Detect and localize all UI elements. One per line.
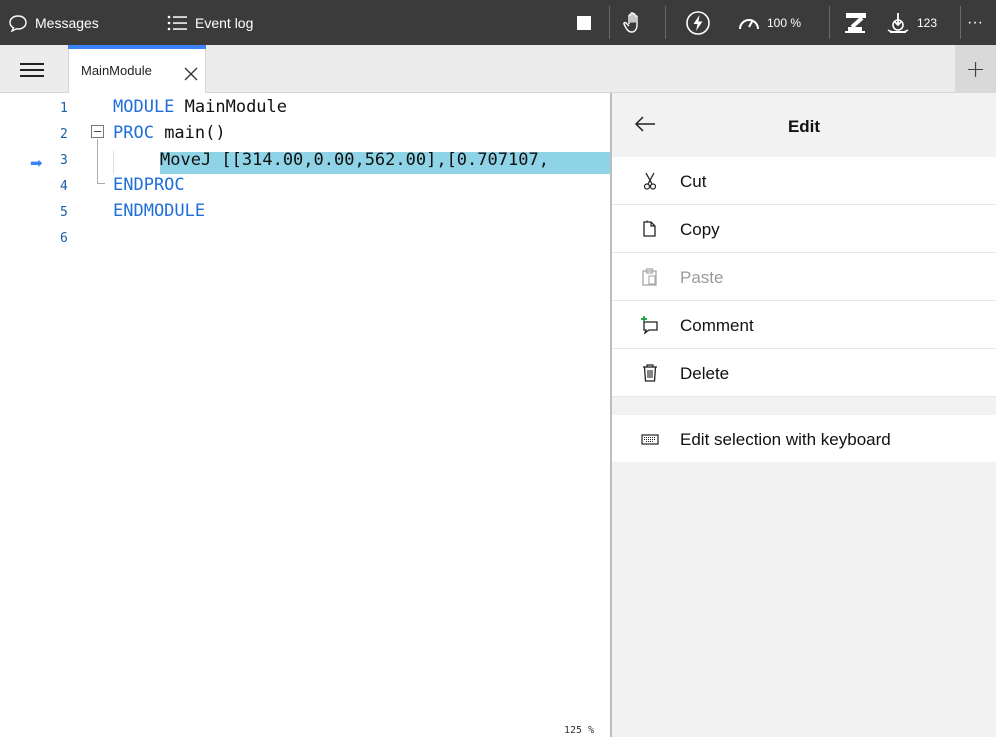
menu-item-label: Comment xyxy=(680,316,754,335)
code-editor[interactable]: ➡ 1 2 3 4 5 6 MODULE MainModule PROC mai… xyxy=(0,93,610,737)
power-mode-button[interactable] xyxy=(685,0,711,45)
code-line-3[interactable]: MoveJ [[314.00,0.00,562.00],[0.707107, xyxy=(160,150,549,170)
edit-menu: Cut Copy Paste Comment Delete Edit selec… xyxy=(612,157,996,462)
panel-title: Edit xyxy=(787,117,821,136)
fold-guide xyxy=(97,139,98,183)
more-icon: ··· xyxy=(967,13,983,31)
hamburger-menu-button[interactable] xyxy=(20,63,44,77)
keyword: PROC xyxy=(113,123,154,143)
line-number: 4 xyxy=(60,179,68,194)
copy-icon xyxy=(640,219,660,239)
line-number: 1 xyxy=(60,101,68,116)
speed-button[interactable]: 100 % xyxy=(737,0,801,45)
hand-icon xyxy=(621,10,647,36)
separator xyxy=(609,6,610,39)
menu-icon xyxy=(20,69,44,71)
menu-item-comment[interactable]: Comment xyxy=(612,301,996,349)
edit-panel: Edit Cut Copy Paste Comment Delete Edit … xyxy=(612,93,996,737)
paste-icon xyxy=(640,267,660,287)
close-icon[interactable] xyxy=(184,66,198,81)
line-number: 5 xyxy=(60,205,68,220)
keyboard-icon xyxy=(640,429,660,449)
menu-item-label: Delete xyxy=(680,364,730,383)
fold-guide-end xyxy=(97,183,105,184)
speedometer-icon xyxy=(737,13,761,33)
line-number: 3 xyxy=(60,153,68,168)
messages-icon xyxy=(8,14,28,32)
program-pointer-icon: ➡ xyxy=(30,154,43,172)
line-number: 2 xyxy=(60,127,68,142)
jog-count: 123 xyxy=(917,15,938,30)
top-bar: Messages Event log 100 % 123 ··· xyxy=(0,0,996,45)
menu-separator xyxy=(612,397,996,415)
event-log-label: Event log xyxy=(195,14,254,31)
code-line-4[interactable]: ENDPROC xyxy=(113,175,185,195)
separator xyxy=(665,6,666,39)
keyword: ENDMODULE xyxy=(113,201,206,221)
stop-button[interactable] xyxy=(577,0,591,45)
identifier: main() xyxy=(153,123,226,143)
hand-button[interactable] xyxy=(621,0,647,45)
code-line-2[interactable]: PROC main() xyxy=(113,123,226,143)
fold-toggle[interactable] xyxy=(91,125,104,138)
event-log-button[interactable]: Event log xyxy=(166,0,253,45)
menu-item-label: Paste xyxy=(680,268,724,287)
jog-icon xyxy=(885,10,911,36)
line-number: 6 xyxy=(60,231,68,246)
indent-guide xyxy=(113,151,158,175)
list-icon xyxy=(166,14,188,32)
separator xyxy=(960,6,961,39)
more-button[interactable]: ··· xyxy=(967,0,983,45)
trash-icon xyxy=(640,363,660,383)
stop-icon xyxy=(577,15,591,30)
menu-icon xyxy=(20,63,44,65)
active-tab-indicator xyxy=(68,45,206,49)
code-line-5[interactable]: ENDMODULE xyxy=(113,201,205,221)
speed-value: 100 % xyxy=(767,15,802,30)
robot-arm-icon xyxy=(842,10,870,36)
menu-item-cut[interactable]: Cut xyxy=(612,157,996,205)
keyword: MODULE xyxy=(113,97,175,117)
menu-item-edit-with-keyboard[interactable]: Edit selection with keyboard xyxy=(612,415,996,462)
menu-item-copy[interactable]: Copy xyxy=(612,205,996,253)
tab-bar: MainModule + xyxy=(0,45,996,93)
tab-mainmodule[interactable]: MainModule xyxy=(68,49,206,93)
menu-item-label: Cut xyxy=(680,172,707,191)
identifier: MainModule xyxy=(174,97,288,117)
robot-button[interactable] xyxy=(842,0,870,45)
jog-button[interactable]: 123 xyxy=(885,0,937,45)
messages-label: Messages xyxy=(35,14,99,31)
tab-label: MainModule xyxy=(81,63,152,78)
add-tab-button[interactable]: + xyxy=(955,45,996,93)
menu-item-label: Copy xyxy=(680,220,720,239)
menu-item-label: Edit selection with keyboard xyxy=(680,430,891,449)
menu-item-delete[interactable]: Delete xyxy=(612,349,996,397)
lightning-icon xyxy=(685,10,711,36)
menu-item-paste[interactable]: Paste xyxy=(612,253,996,301)
panel-header: Edit xyxy=(612,93,996,157)
separator xyxy=(829,6,830,39)
comment-icon xyxy=(640,315,660,335)
messages-button[interactable]: Messages xyxy=(8,0,99,45)
instruction: MoveJ [[314.00,0.00,562.00],[0.707107, xyxy=(160,150,549,170)
code-line-1[interactable]: MODULE MainModule xyxy=(113,97,287,117)
keyword: ENDPROC xyxy=(113,175,185,195)
zoom-level: 125 % xyxy=(564,725,595,736)
scissors-icon xyxy=(640,171,660,191)
plus-icon: + xyxy=(965,55,986,83)
menu-icon xyxy=(20,75,44,77)
